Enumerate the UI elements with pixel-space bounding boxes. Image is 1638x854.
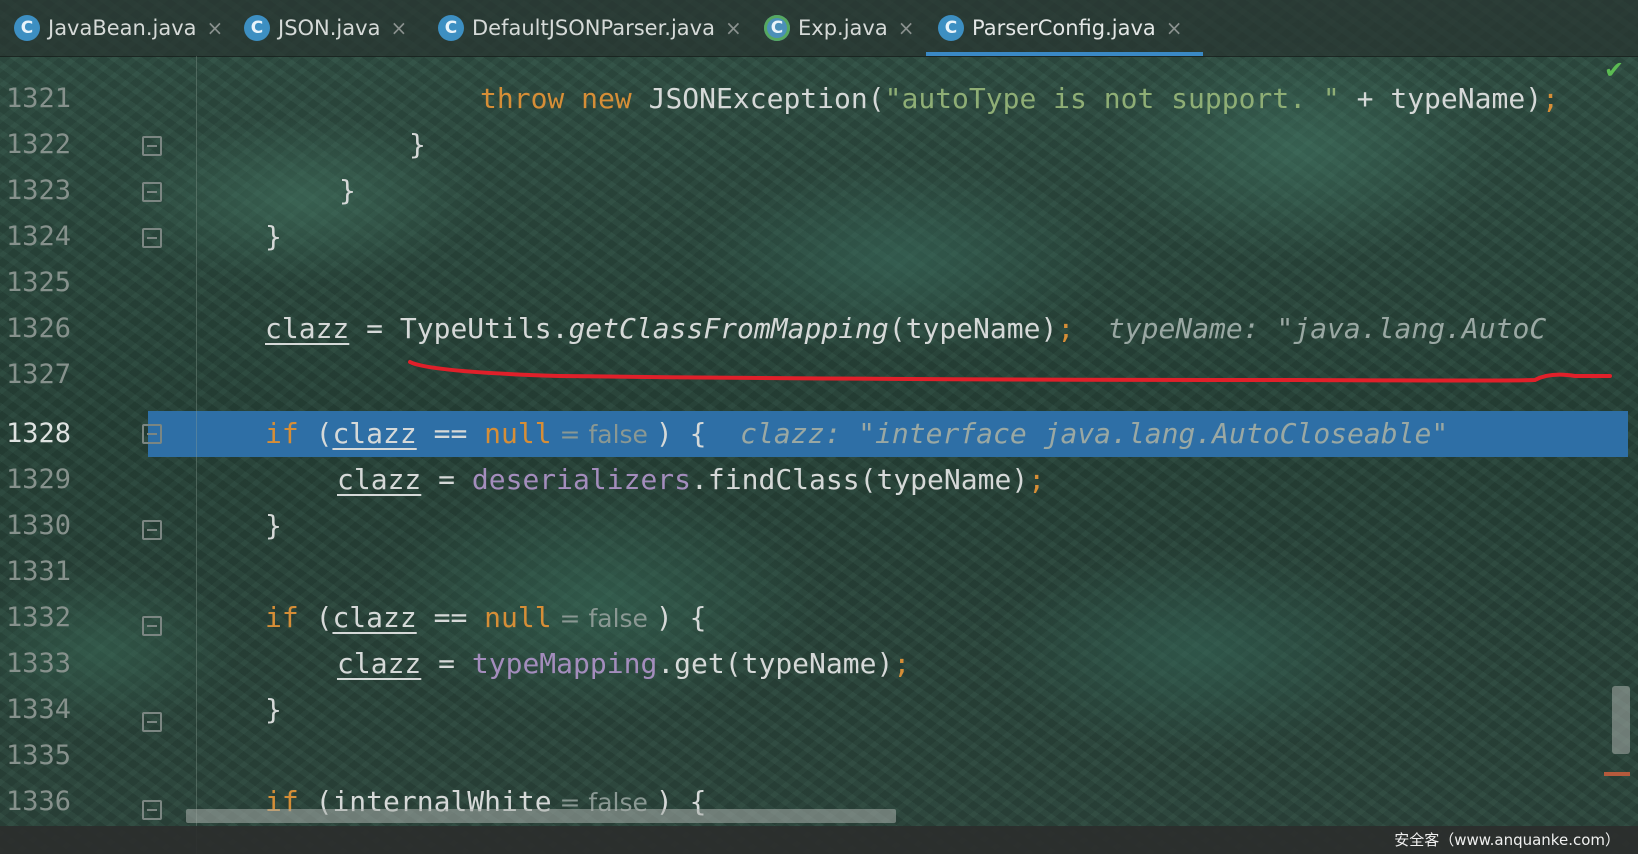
horizontal-scrollbar[interactable] [186, 809, 896, 823]
red-annotation-underline [408, 360, 1612, 383]
vertical-scrollbar[interactable] [1612, 686, 1630, 754]
status-bar [0, 826, 1638, 854]
watermark: 安全客（www.anquanke.com） [1394, 831, 1620, 849]
error-stripe-marker[interactable] [1604, 772, 1630, 776]
